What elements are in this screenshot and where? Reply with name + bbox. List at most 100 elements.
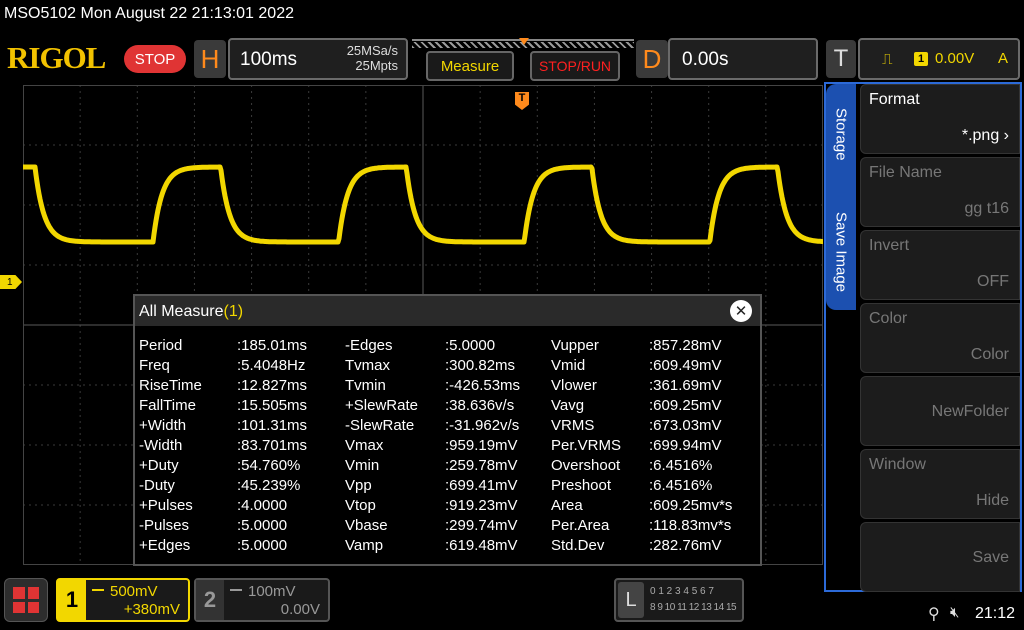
measure-value: :300.82ms — [445, 357, 516, 374]
measure-name: +Width — [139, 417, 187, 434]
channel1-scale: 500mV — [110, 583, 158, 600]
menu-item-format[interactable]: Format *.png › — [860, 84, 1020, 154]
speaker-muted-icon[interactable]: 🔇︎ — [950, 604, 959, 621]
home-grid-icon — [13, 587, 39, 613]
menu-item-file-name[interactable]: File Name gg t16 — [860, 157, 1020, 227]
dc-coupling-icon — [230, 589, 242, 595]
horizontal-menu-button[interactable]: H — [194, 40, 226, 78]
measure-value: :5.0000 — [237, 537, 288, 554]
measure-value: :919.23mV — [445, 497, 518, 514]
menu-item-label: Window — [869, 456, 926, 473]
rigol-logo: RIGOL — [7, 40, 106, 75]
trigger-mode: A — [997, 50, 1008, 67]
sample-rate: 25MSa/s — [346, 43, 398, 58]
usb-icon: ⚲ — [928, 606, 940, 623]
measure-value: :857.28mV — [649, 337, 722, 354]
measure-name: Area — [551, 497, 583, 514]
measure-name: Vupper — [551, 337, 599, 354]
measure-value: :259.78mV — [445, 457, 518, 474]
menu-item-label: File Name — [869, 164, 942, 181]
stop-run-button[interactable]: STOP/RUN — [530, 51, 620, 81]
measure-name: Tvmin — [345, 377, 386, 394]
measure-name: +SlewRate — [345, 397, 418, 414]
measure-name: Vmax — [345, 437, 384, 454]
close-icon[interactable]: ✕ — [730, 300, 752, 322]
measure-name: FallTime — [139, 397, 196, 414]
channel2-number: 2 — [196, 580, 224, 620]
measure-value: :5.0000 — [237, 517, 288, 534]
measure-value: :673.03mV — [649, 417, 722, 434]
measure-name: -Duty — [139, 477, 175, 494]
measure-value: :699.41mV — [445, 477, 518, 494]
menu-item-label: Save — [972, 549, 1009, 566]
measure-name: +Edges — [139, 537, 191, 554]
status-badge: STOP — [124, 45, 186, 73]
menu-item-window[interactable]: Window Hide — [860, 449, 1020, 519]
acquisition-info: 25MSa/s 25Mpts — [347, 43, 398, 73]
channel2-scale-row: 100mV — [230, 583, 296, 600]
measure-name: Preshoot — [551, 477, 612, 494]
measure-value: :282.76mV — [649, 537, 722, 554]
menu-item-save[interactable]: Save — [860, 522, 1020, 592]
menu-item-new-folder[interactable]: NewFolder — [860, 376, 1020, 446]
menu-item-invert[interactable]: Invert OFF — [860, 230, 1020, 300]
measure-name: Vmin — [345, 457, 380, 474]
measure-value: :619.48mV — [445, 537, 518, 554]
trigger-panel[interactable]: ⎍ 1 0.00V A — [858, 38, 1020, 80]
home-button[interactable] — [4, 578, 48, 622]
logic-channels-row1: 0 1 2 3 4 5 6 7 — [650, 586, 714, 597]
logic-analyzer-panel[interactable]: L 0 1 2 3 4 5 6 7 8 9 10 11 12 13 14 15 — [614, 578, 744, 622]
measure-name: Per.Area — [551, 517, 610, 534]
channel1-offset-marker[interactable]: 1 — [0, 275, 22, 289]
measure-name: Per.VRMS — [551, 437, 622, 454]
measure-name: -Edges — [345, 337, 393, 354]
measure-name: RiseTime — [139, 377, 202, 394]
logic-channels-row2: 8 9 10 11 12 13 14 15 — [650, 602, 737, 613]
measure-value: :959.19mV — [445, 437, 518, 454]
measure-value: :38.636v/s — [445, 397, 515, 414]
menu-item-label: Invert — [869, 237, 910, 254]
measure-name: -Pulses — [139, 517, 190, 534]
measure-value: :54.760% — [237, 457, 301, 474]
tab-storage[interactable]: Storage — [826, 84, 856, 184]
menu-item-value: OFF — [977, 273, 1009, 290]
measure-name: Vlower — [551, 377, 597, 394]
measure-button[interactable]: Measure — [426, 51, 514, 81]
channel2-offset: 0.00V — [280, 601, 320, 618]
trigger-menu-button[interactable]: T — [826, 40, 856, 78]
measure-name: -Width — [139, 437, 183, 454]
menu-item-value: *.png › — [961, 127, 1009, 144]
menu-item-color[interactable]: Color Color — [860, 303, 1020, 373]
trigger-position-indicator-icon — [519, 38, 529, 45]
measure-value: :5.4048Hz — [237, 357, 306, 374]
measure-name: VRMS — [551, 417, 595, 434]
dc-coupling-icon — [92, 589, 104, 595]
measure-name: Vamp — [345, 537, 384, 554]
menu-item-value: gg t16 — [964, 200, 1009, 217]
menu-item-label: NewFolder — [931, 403, 1009, 420]
tab-save-image[interactable]: Save Image — [826, 194, 856, 310]
rising-edge-icon: ⎍ — [882, 51, 893, 68]
delay-menu-button[interactable]: D — [636, 40, 668, 78]
measure-value: :699.94mV — [649, 437, 722, 454]
measure-value: :45.239% — [237, 477, 301, 494]
measure-name: +Duty — [139, 457, 179, 474]
timebase-panel[interactable]: 100ms 25MSa/s 25Mpts — [228, 38, 408, 80]
measure-value: :-426.53ms — [445, 377, 521, 394]
delay-panel[interactable]: 0.00s — [668, 38, 818, 80]
measure-value: :15.505ms — [237, 397, 308, 414]
device-title: MSO5102 Mon August 22 21:13:01 2022 — [4, 5, 294, 22]
measure-value: :-31.962v/s — [445, 417, 520, 434]
clock: 21:12 — [975, 605, 1016, 622]
measure-name: Period — [139, 337, 183, 354]
measure-value: :5.0000 — [445, 337, 496, 354]
logic-analyzer-letter: L — [618, 582, 644, 618]
chevron-right-icon: › — [999, 127, 1009, 144]
measure-name: Vmid — [551, 357, 586, 374]
measure-value: :6.4516% — [649, 457, 713, 474]
channel2-panel[interactable]: 2 100mV 0.00V — [194, 578, 330, 622]
measure-name: Vavg — [551, 397, 585, 414]
channel1-panel[interactable]: 1 500mV +380mV — [56, 578, 190, 622]
all-measure-panel: All Measure(1) ✕ Period:185.01ms -Edges:5… — [133, 294, 762, 566]
measure-name: Overshoot — [551, 457, 621, 474]
